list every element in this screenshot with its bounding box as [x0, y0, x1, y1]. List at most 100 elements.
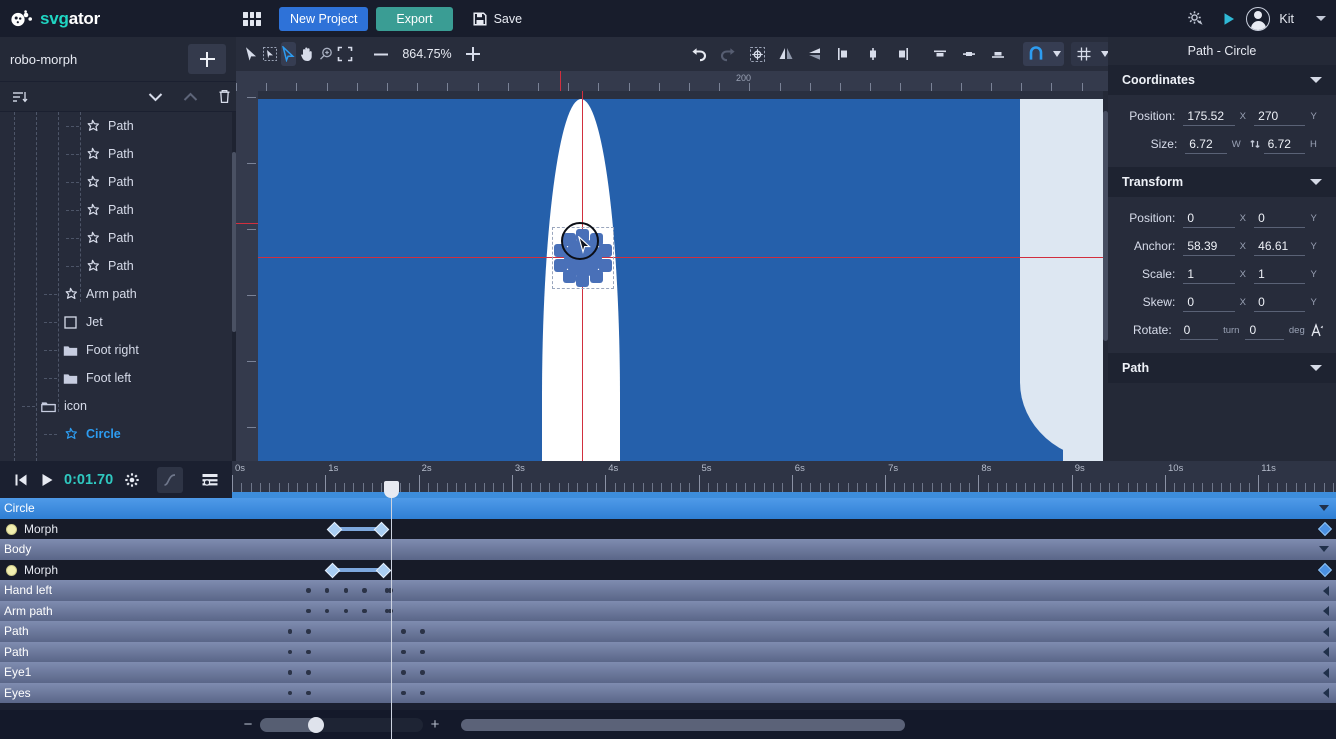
- section-header-transform[interactable]: Transform: [1108, 167, 1336, 197]
- keyframe-dot[interactable]: [401, 629, 406, 634]
- coordinates-position-x-field[interactable]: 175.52: [1183, 107, 1235, 126]
- add-layer-button[interactable]: [188, 44, 226, 74]
- keyframe-dot[interactable]: [306, 649, 311, 654]
- node-edit-icon[interactable]: [281, 42, 296, 66]
- arrow-cursor-icon[interactable]: [244, 42, 259, 66]
- brand-logo[interactable]: svgator: [0, 9, 100, 29]
- keyframe-dot[interactable]: [362, 608, 367, 613]
- current-time-value[interactable]: 0:01.70: [64, 472, 113, 488]
- keyframe-dot[interactable]: [306, 608, 311, 613]
- trash-icon[interactable]: [218, 89, 231, 104]
- keyframe-dot[interactable]: [401, 670, 406, 675]
- timeline-track[interactable]: [232, 580, 1336, 601]
- timeline-track[interactable]: [232, 601, 1336, 622]
- timeline-row-path[interactable]: Path: [0, 641, 1336, 663]
- align-bottom-icon[interactable]: [985, 42, 1011, 66]
- link-ratio-icon[interactable]: [1247, 137, 1264, 151]
- user-avatar-icon[interactable]: [1246, 6, 1271, 31]
- keyframe-dot[interactable]: [306, 588, 311, 593]
- keyframe-dot[interactable]: [420, 690, 425, 695]
- timeline-row-hand-left[interactable]: Hand left: [0, 580, 1336, 601]
- collapse-up-icon[interactable]: [183, 92, 198, 102]
- timeline-row-morph[interactable]: Morph: [0, 518, 1336, 539]
- easing-curve-icon[interactable]: [157, 466, 184, 493]
- timeline-track[interactable]: [232, 683, 1336, 704]
- timeline-row-body[interactable]: Body: [0, 539, 1336, 560]
- sort-layers-icon[interactable]: [12, 90, 28, 104]
- coordinates-position-y-field[interactable]: 270: [1254, 107, 1306, 126]
- save-button[interactable]: Save: [473, 12, 522, 26]
- align-center-h-icon[interactable]: [860, 42, 886, 66]
- export-button[interactable]: Export: [376, 6, 453, 31]
- zoom-level-value[interactable]: 864.75%: [394, 47, 460, 61]
- timeline-track[interactable]: [232, 642, 1336, 663]
- coordinates-width-field[interactable]: 6.72: [1185, 135, 1227, 154]
- keyframe-dot[interactable]: [287, 690, 293, 695]
- align-left-icon[interactable]: [831, 42, 857, 66]
- transform-y-field[interactable]: 1: [1254, 265, 1306, 284]
- artboard-stage[interactable]: [258, 91, 1108, 461]
- fit-to-screen-icon[interactable]: [337, 42, 353, 66]
- chevron-down-icon[interactable]: [1310, 179, 1322, 185]
- keyframe-dot[interactable]: [420, 670, 425, 675]
- canvas-ruler-horizontal[interactable]: 200: [236, 71, 1108, 91]
- timeline-zoom-slider[interactable]: [260, 716, 423, 733]
- keyframe-dot[interactable]: [306, 629, 311, 634]
- timeline-track[interactable]: [232, 621, 1336, 642]
- keyframe-dot[interactable]: [324, 608, 330, 613]
- timeline-row-path[interactable]: Path: [0, 621, 1336, 642]
- free-transform-icon[interactable]: [262, 42, 278, 66]
- keyframe-dot[interactable]: [401, 649, 406, 654]
- rotate-anchor-icon[interactable]: [1308, 322, 1325, 338]
- transform-x-field[interactable]: 1: [1183, 265, 1235, 284]
- keyframe-dot[interactable]: [306, 670, 311, 675]
- keyframe-dot[interactable]: [362, 588, 367, 593]
- transform-x-field[interactable]: 0: [1183, 293, 1235, 312]
- redo-arrow-icon[interactable]: [715, 42, 741, 66]
- keyframe-diamond[interactable]: [324, 562, 341, 578]
- timeline-horizontal-scrollbar[interactable]: [461, 718, 905, 731]
- snap-chevron-down-icon[interactable]: [1049, 51, 1064, 57]
- chevron-down-icon[interactable]: [1316, 16, 1326, 21]
- grid-icon[interactable]: [1071, 42, 1097, 66]
- undo-arrow-icon[interactable]: [686, 42, 712, 66]
- keyframe-dot[interactable]: [306, 690, 311, 695]
- layer-tree[interactable]: Path Path Path Path Path Path Arm path Jet Foot …: [0, 112, 236, 461]
- align-right-icon[interactable]: [889, 42, 915, 66]
- keyframe-dot[interactable]: [343, 608, 349, 613]
- timeline-row-morph[interactable]: Morph: [0, 559, 1336, 581]
- chevron-down-icon[interactable]: [1310, 77, 1322, 83]
- timeline-row-eyes[interactable]: Eyes: [0, 682, 1336, 704]
- timeline-zoom-in-button[interactable]: +: [423, 716, 447, 733]
- keyframe-diamond[interactable]: [326, 521, 343, 537]
- canvas-ruler-vertical[interactable]: [236, 91, 258, 461]
- timeline-track[interactable]: [232, 560, 1336, 581]
- flip-vertical-icon[interactable]: [802, 42, 828, 66]
- keyframe-dot[interactable]: [287, 649, 293, 654]
- timeline-row-arm-path[interactable]: Arm path: [0, 600, 1336, 622]
- skip-to-start-icon[interactable]: [8, 467, 34, 493]
- magnet-icon[interactable]: [1023, 42, 1049, 66]
- section-header-path[interactable]: Path: [1108, 353, 1336, 383]
- keyframe-dot[interactable]: [420, 649, 425, 654]
- play-icon[interactable]: [34, 467, 60, 493]
- transform-y-field[interactable]: 0: [1254, 209, 1306, 228]
- timeline-row-circle[interactable]: Circle: [0, 498, 1336, 519]
- align-middle-v-icon[interactable]: [956, 42, 982, 66]
- play-preview-icon[interactable]: [1212, 0, 1246, 37]
- settings-gear-icon[interactable]: [1178, 0, 1212, 37]
- transform-x-field[interactable]: 58.39: [1183, 237, 1235, 256]
- magnifier-icon[interactable]: [318, 42, 334, 66]
- timeline-zoom-slider-knob[interactable]: [308, 716, 324, 733]
- timeline-track[interactable]: [232, 539, 1336, 560]
- align-top-icon[interactable]: [927, 42, 953, 66]
- keyframe-dot[interactable]: [287, 629, 293, 634]
- transform-y-field[interactable]: 0: [1245, 321, 1284, 340]
- timeline-track[interactable]: [232, 662, 1336, 683]
- zoom-out-button[interactable]: [368, 42, 394, 66]
- keyframe-dot[interactable]: [343, 588, 349, 593]
- flip-horizontal-icon[interactable]: [773, 42, 799, 66]
- chevron-down-icon[interactable]: [1310, 365, 1322, 371]
- section-header-coordinates[interactable]: Coordinates: [1108, 65, 1336, 95]
- transform-x-field[interactable]: 0: [1183, 209, 1235, 228]
